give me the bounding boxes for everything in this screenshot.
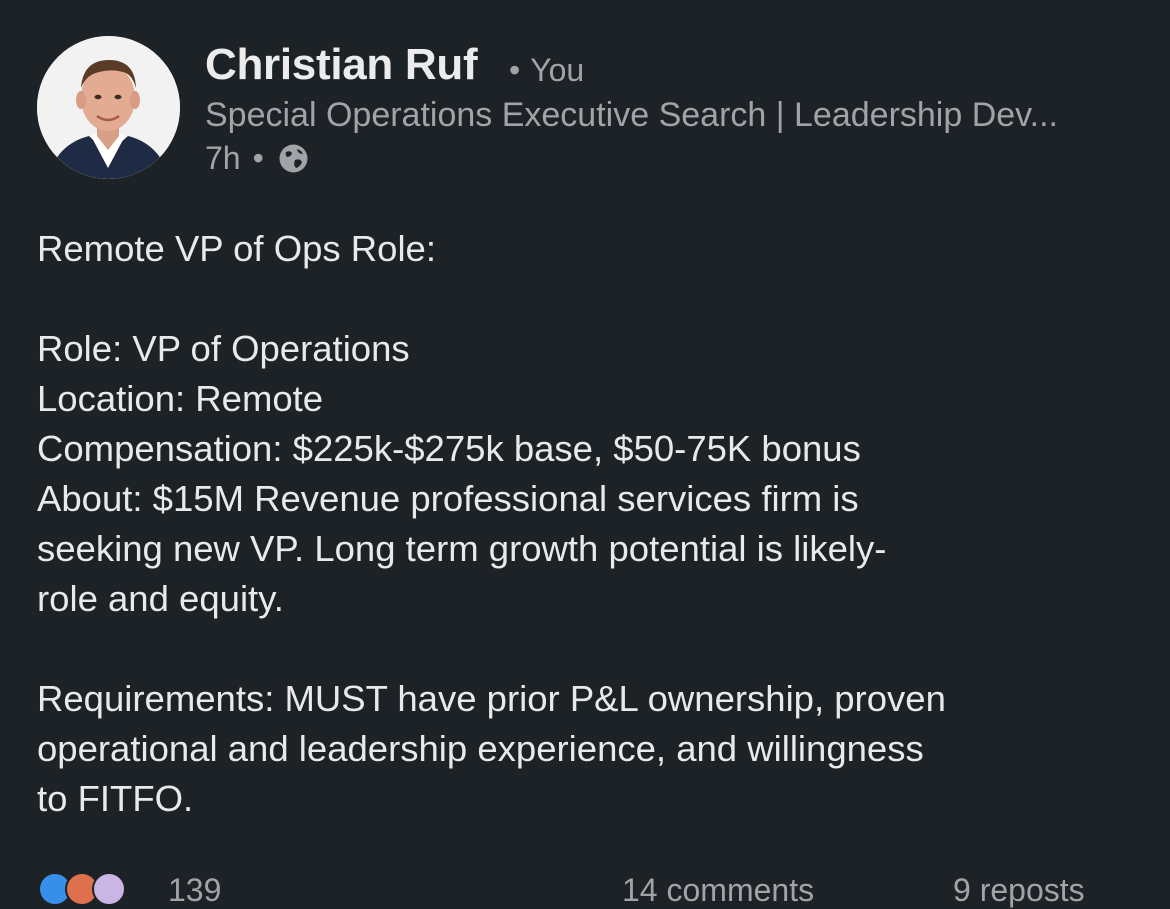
post-text-line: operational and leadership experience, a… bbox=[37, 728, 924, 769]
post-text-line: Role: VP of Operations bbox=[37, 328, 410, 369]
post-text-line: role and equity. bbox=[37, 578, 284, 619]
social-counts-bar: 139 14 comments 9 reposts bbox=[0, 862, 1170, 908]
support-icon bbox=[92, 872, 126, 906]
post-text-line: to FITFO. bbox=[37, 778, 194, 819]
post-text-line: Compensation: $225k-$275k base, $50-75K … bbox=[37, 428, 861, 469]
post-time: 7h bbox=[205, 140, 241, 176]
avatar[interactable] bbox=[37, 36, 180, 179]
post-text-line: Remote VP of Ops Role: bbox=[37, 228, 436, 269]
linkedin-post: Christian Ruf • You Special Operations Ex… bbox=[0, 0, 1170, 908]
author-headline: Special Operations Executive Search | Le… bbox=[205, 96, 1058, 134]
author-name[interactable]: Christian Ruf bbox=[205, 40, 478, 90]
meta-separator: • bbox=[509, 52, 521, 88]
post-text-line: seeking new VP. Long term growth potenti… bbox=[37, 528, 887, 569]
post-text-line: Requirements: MUST have prior P&L owners… bbox=[37, 678, 946, 719]
post-text-line: About: $15M Revenue professional service… bbox=[37, 478, 859, 519]
comments-count[interactable]: 14 comments bbox=[622, 872, 814, 909]
reactions-count[interactable]: 139 bbox=[168, 872, 221, 909]
globe-icon bbox=[278, 143, 309, 174]
meta-separator: • bbox=[252, 140, 264, 176]
profile-photo bbox=[37, 36, 180, 179]
post-body: Remote VP of Ops Role: Role: VP of Operat… bbox=[37, 224, 1137, 824]
author-relation: • You bbox=[509, 52, 584, 89]
post-text-line: Location: Remote bbox=[37, 378, 324, 419]
reposts-count[interactable]: 9 reposts bbox=[953, 872, 1085, 909]
author-relation-label: You bbox=[530, 52, 585, 88]
post-meta: 7h • bbox=[205, 140, 309, 177]
